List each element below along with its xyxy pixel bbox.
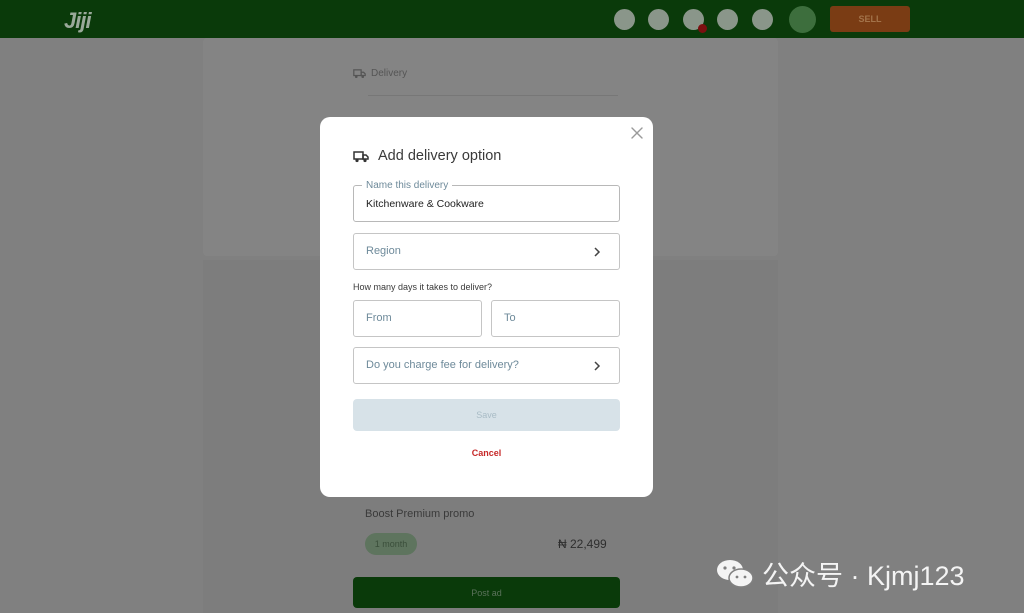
post-ad-button[interactable]: Post ad [353, 577, 620, 608]
truck-icon [353, 69, 366, 79]
bookmark-icon[interactable] [614, 9, 635, 30]
truck-icon [353, 150, 369, 162]
divider [368, 95, 618, 96]
chevron-right-icon [594, 361, 601, 371]
delivery-section-heading: Delivery [353, 68, 407, 79]
region-select[interactable]: Region [353, 233, 620, 270]
save-button[interactable]: Save [353, 399, 620, 431]
delivery-name-label: Name this delivery [362, 180, 453, 191]
jiji-logo[interactable]: Jiji [64, 8, 92, 34]
notification-badge [698, 24, 707, 33]
avatar[interactable] [789, 6, 816, 33]
delivery-days-question: How many days it takes to deliver? [353, 282, 493, 292]
chat-icon[interactable] [648, 9, 669, 30]
duration-chip[interactable]: 1 month [365, 533, 417, 555]
delivery-name-field[interactable]: Name this delivery [353, 180, 620, 222]
delivery-name-input[interactable] [366, 198, 606, 210]
modal-header: Add delivery option [353, 148, 501, 164]
boost-promo-label: Boost Premium promo [365, 508, 475, 520]
sell-button[interactable]: SELL [830, 6, 910, 32]
modal-title: Add delivery option [378, 148, 502, 164]
close-icon[interactable] [630, 126, 644, 140]
add-delivery-option-modal: Add delivery option Name this delivery R… [320, 117, 653, 497]
days-from-field[interactable]: From [353, 300, 482, 337]
region-placeholder: Region [366, 245, 401, 257]
wechat-watermark: 公众号 · Kjmj123 [716, 554, 965, 593]
days-to-field[interactable]: To [491, 300, 620, 337]
notification-icon[interactable] [683, 9, 707, 33]
promo-price: ₦ 22,499 [558, 537, 607, 551]
delivery-section-label: Delivery [371, 68, 408, 79]
delivery-fee-select[interactable]: Do you charge fee for delivery? [353, 347, 620, 384]
wechat-icon [717, 559, 754, 588]
list-icon[interactable] [752, 9, 773, 30]
chevron-right-icon [594, 247, 601, 257]
top-navigation-bar: Jiji SELL [0, 0, 1024, 38]
delivery-fee-placeholder: Do you charge fee for delivery? [366, 359, 519, 371]
to-placeholder: To [504, 312, 516, 324]
from-placeholder: From [366, 312, 392, 324]
feedback-icon[interactable] [717, 9, 738, 30]
watermark-text: 公众号 · Kjmj123 [762, 561, 965, 591]
cancel-button[interactable]: Cancel [320, 448, 653, 458]
